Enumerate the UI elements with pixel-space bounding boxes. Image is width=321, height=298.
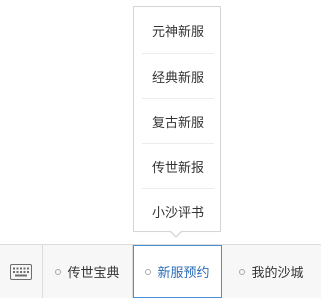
menu-item-chuanshi-new-report[interactable]: 传世新报: [142, 143, 214, 189]
bottom-menu-bar: 传世宝典 新服预约 我的沙城: [0, 244, 321, 298]
tab-my-sand-city[interactable]: 我的沙城: [222, 245, 321, 298]
menu-item-classic-new-server[interactable]: 经典新服: [142, 53, 214, 99]
bullet-icon: [55, 268, 62, 275]
menu-item-xiaosha-review[interactable]: 小沙评书: [142, 188, 214, 234]
popup-arrow-fill: [170, 230, 182, 236]
menu-item-retro-new-server[interactable]: 复古新服: [142, 98, 214, 144]
submenu-popup: 元神新服 经典新服 复古新服 传世新报 小沙评书: [133, 6, 221, 232]
bullet-icon: [145, 268, 152, 275]
menu-item-yuanshen-new-server[interactable]: 元神新服: [142, 8, 214, 53]
tab-label: 我的沙城: [251, 266, 304, 281]
tab-chuanshi-guide[interactable]: 传世宝典: [43, 245, 133, 298]
tab-new-server-booking[interactable]: 新服预约: [133, 245, 222, 298]
keyboard-icon: [10, 263, 32, 280]
tab-label: 传世宝典: [67, 266, 120, 281]
bullet-icon: [239, 268, 246, 275]
tab-label: 新服预约: [157, 266, 210, 281]
keyboard-toggle-button[interactable]: [0, 245, 43, 298]
